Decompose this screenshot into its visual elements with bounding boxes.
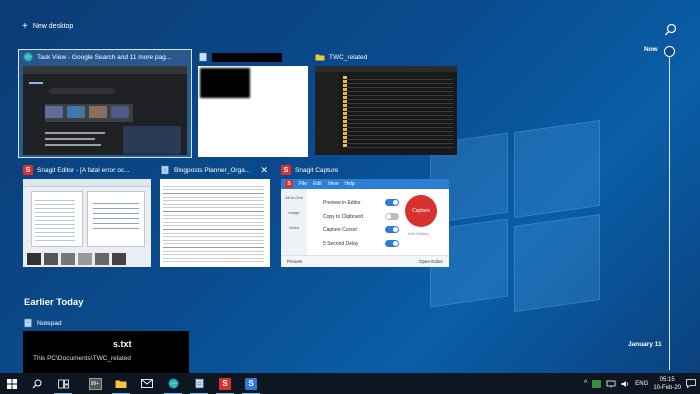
window-card-snagit-editor[interactable]: S Snagit Editor - [A fatal error oc... xyxy=(19,163,151,267)
window-thumbnail xyxy=(23,66,187,155)
toggle-cursor xyxy=(385,226,399,233)
option-clipboard: Copy to Clipboard xyxy=(323,213,364,220)
new-desktop-button[interactable]: + New desktop xyxy=(22,21,74,32)
tab-video: Video xyxy=(288,225,300,230)
start-button[interactable] xyxy=(0,373,24,394)
toggle-clipboard xyxy=(385,212,399,220)
timeline-now-marker[interactable] xyxy=(664,46,675,57)
timeline-date-label: January 11 xyxy=(628,341,662,348)
window-card-redacted[interactable] xyxy=(198,50,308,157)
snagit-icon: S xyxy=(23,165,33,175)
menu-view: View xyxy=(327,181,339,187)
presets-label: Presets xyxy=(287,259,303,264)
toggle-preview xyxy=(385,199,399,206)
open-editor-label: Open Editor xyxy=(418,259,443,264)
taskbar-app-calculator[interactable]: 99+ xyxy=(82,373,108,394)
snagit-icon: S xyxy=(219,377,231,390)
taskbar-search-button[interactable] xyxy=(24,373,50,394)
notepad-icon xyxy=(194,378,204,389)
snagit-icon: S xyxy=(281,165,291,175)
mail-icon xyxy=(141,379,153,388)
taskbar-app-explorer[interactable] xyxy=(108,373,134,394)
toggle-delay xyxy=(385,239,399,247)
edge-icon xyxy=(23,52,33,62)
language-indicator[interactable]: ENG xyxy=(635,381,648,387)
window-title: Snagit Editor - [A fatal error oc... xyxy=(37,166,130,174)
item-title: Notepad xyxy=(37,319,62,327)
taskbar: 99+ S S ^ ENG 05:15 10-Feb-20 xyxy=(0,373,700,394)
calculator-icon: 99+ xyxy=(88,377,102,390)
action-center-icon[interactable] xyxy=(686,379,696,388)
taskbar-app-edge[interactable] xyxy=(160,373,186,394)
taskbar-app-notepad[interactable] xyxy=(186,373,212,394)
window-title: Snagit Capture xyxy=(295,166,339,174)
file-explorer-icon xyxy=(115,380,127,388)
taskbar-app-snagit-capture[interactable]: S xyxy=(238,373,264,394)
window-title: Blogposts Planner_Orga... xyxy=(174,166,251,174)
tab-image: Image xyxy=(288,210,300,215)
window-card-notepad[interactable]: Blogposts Planner_Orga... ✕ xyxy=(160,163,270,267)
redacted-title xyxy=(212,52,282,62)
clock-time: 05:15 xyxy=(659,376,675,383)
timeline-scrollbar[interactable] xyxy=(669,52,670,370)
window-thumbnail xyxy=(315,66,457,155)
timeline-now-label: Now xyxy=(644,46,658,53)
menu-help: Help xyxy=(344,181,355,187)
system-tray: ^ ENG 05:15 10-Feb-20 xyxy=(584,373,700,394)
volume-icon[interactable] xyxy=(621,380,630,388)
tab-all-in-one: All-in-One xyxy=(285,195,303,200)
network-icon[interactable] xyxy=(606,380,616,388)
window-card-snagit-capture[interactable]: S Snagit Capture S File Edit View Help A… xyxy=(281,163,449,267)
chevron-up-icon[interactable]: ^ xyxy=(584,380,587,387)
item-path: This PC\Documents\TWC_related xyxy=(33,355,131,362)
search-icon xyxy=(32,379,42,388)
timeline-card-notepad[interactable]: Notepad s.txt This PC\Documents\TWC_rela… xyxy=(23,316,189,374)
task-view-button[interactable] xyxy=(50,373,76,394)
windows-start-icon xyxy=(7,378,17,389)
window-thumbnail: S File Edit View Help All-in-One Image V… xyxy=(281,179,449,267)
folder-icon xyxy=(315,52,325,62)
option-cursor: Capture Cursor xyxy=(323,227,358,233)
notepad-icon xyxy=(23,318,33,328)
snagit-capture-icon: S xyxy=(245,377,257,390)
edge-icon xyxy=(168,378,178,389)
taskbar-app-mail[interactable] xyxy=(134,373,160,394)
notepad-icon xyxy=(160,165,170,175)
item-thumbnail: s.txt This PC\Documents\TWC_related xyxy=(23,331,189,374)
window-card-explorer[interactable]: TWC_related xyxy=(315,50,457,157)
close-icon[interactable]: ✕ xyxy=(260,165,270,176)
window-card-edge[interactable]: Task View - Google Search and 11 more pa… xyxy=(18,49,192,158)
plus-icon: + xyxy=(22,21,28,32)
add-hotkey-label: Add Hotkey xyxy=(408,231,429,236)
window-title: Task View - Google Search and 11 more pa… xyxy=(37,53,172,61)
task-view-icon xyxy=(57,379,69,388)
menu-edit: Edit xyxy=(313,181,322,187)
taskbar-app-snagit-editor[interactable]: S xyxy=(212,373,238,394)
clock-date: 10-Feb-20 xyxy=(653,384,681,391)
section-title-earlier-today: Earlier Today xyxy=(24,297,84,308)
window-title: TWC_related xyxy=(329,53,368,61)
option-preview: Preview in Editor xyxy=(323,200,361,206)
menu-file: File xyxy=(299,181,308,187)
clock[interactable]: 05:15 10-Feb-20 xyxy=(653,376,681,392)
document-icon xyxy=(198,52,208,62)
snagit-menubar: S File Edit View Help xyxy=(281,179,449,189)
item-filename: s.txt xyxy=(113,339,132,349)
new-desktop-label: New desktop xyxy=(32,23,74,30)
option-delay: 5 Second Delay xyxy=(323,240,359,247)
tray-app-icon[interactable] xyxy=(592,379,602,388)
window-thumbnail xyxy=(160,179,270,267)
window-thumbnail xyxy=(23,179,151,267)
capture-button: Capture xyxy=(405,195,437,227)
snagit-icon: S xyxy=(285,180,293,188)
search-icon[interactable] xyxy=(664,23,678,37)
window-thumbnail xyxy=(198,66,308,157)
